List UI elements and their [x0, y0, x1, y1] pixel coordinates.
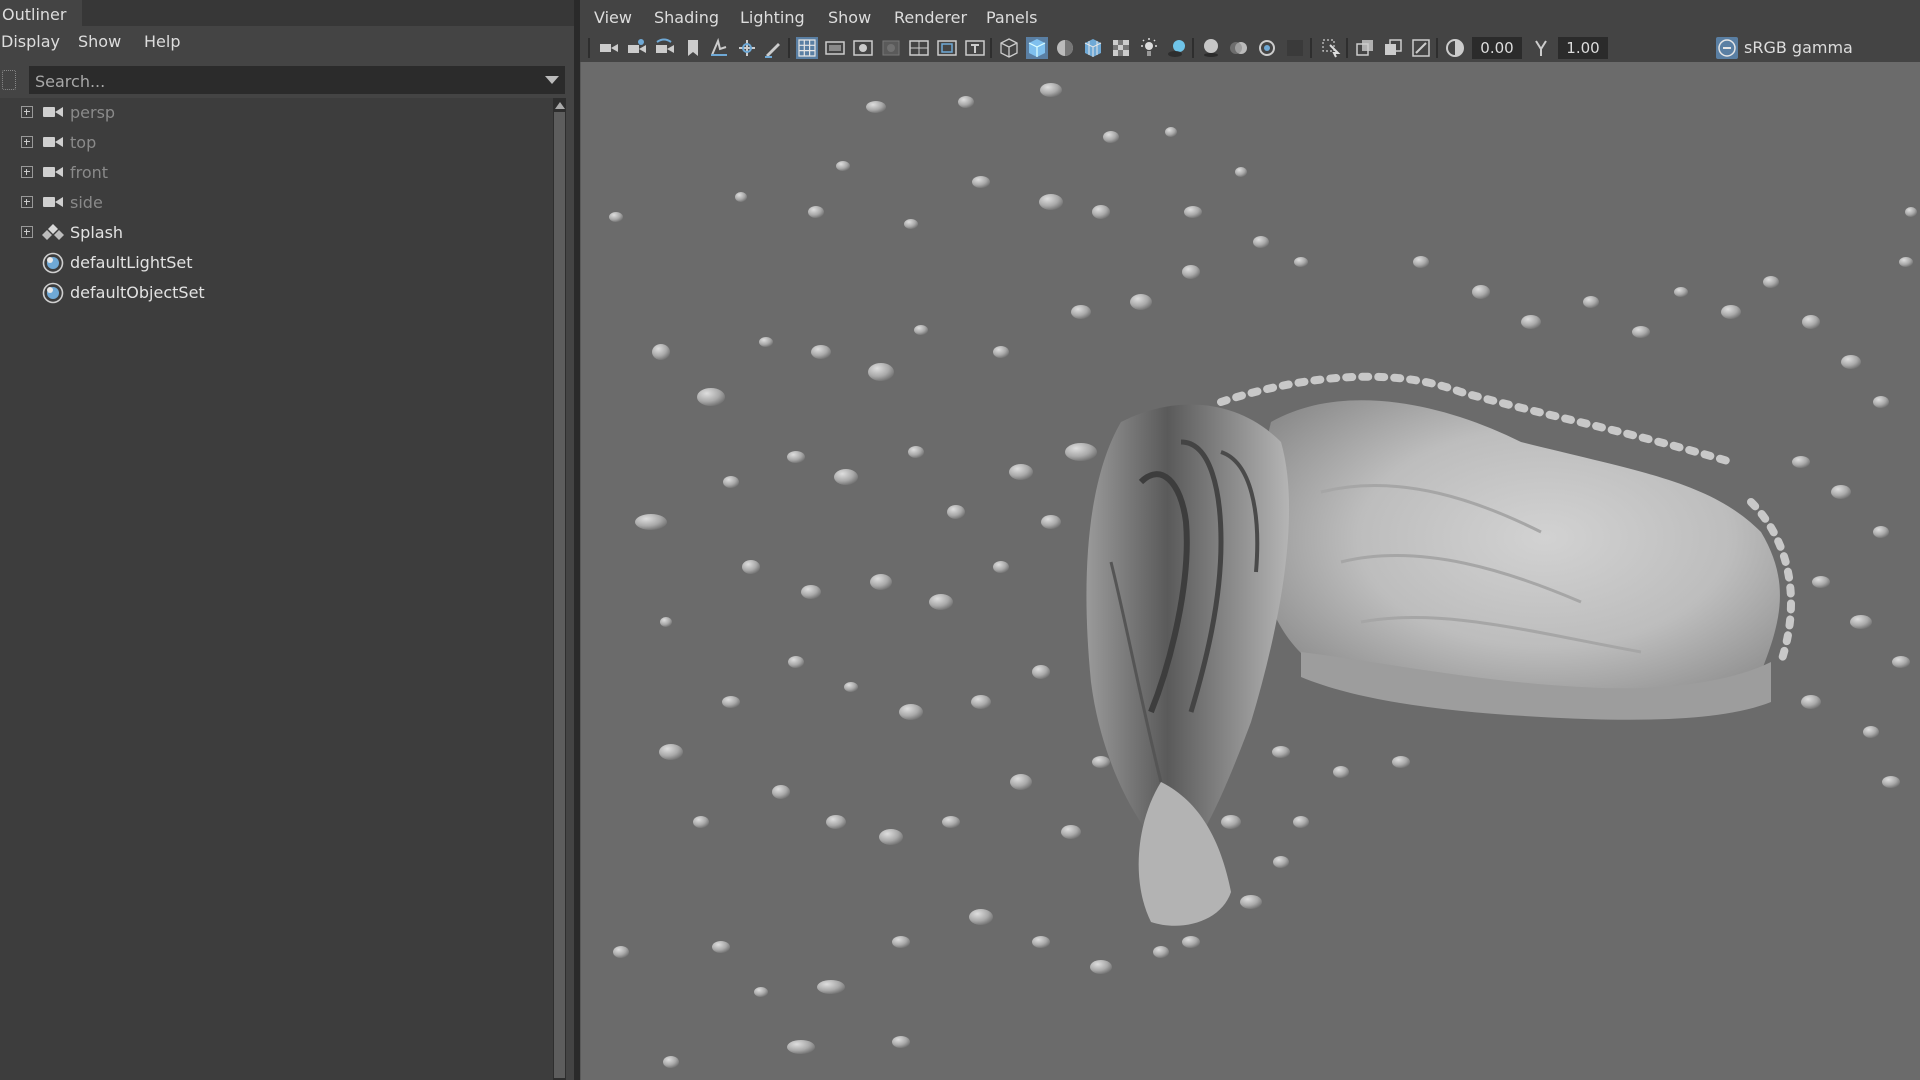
grid-icon[interactable] — [796, 37, 818, 59]
resolution-gate-icon[interactable] — [852, 37, 874, 59]
tree-item-label: defaultObjectSet — [70, 283, 205, 302]
color-management-toggle-icon[interactable] — [1716, 37, 1738, 59]
safe-title-icon[interactable] — [964, 37, 986, 59]
camera-attributes-icon[interactable] — [626, 37, 648, 59]
expand-icon[interactable] — [21, 196, 33, 208]
search-box — [29, 66, 565, 96]
tree-item-persp[interactable]: persp — [0, 98, 553, 128]
toolbar-separator — [588, 38, 590, 58]
outliner-menubar: Display Show Help — [0, 28, 574, 56]
outliner-scrollbar[interactable] — [553, 98, 566, 1080]
tree-item-front[interactable]: front — [0, 158, 553, 188]
toolbar-separator — [788, 38, 790, 58]
menu-lighting[interactable]: Lighting — [740, 0, 805, 36]
splash-mesh[interactable] — [581, 62, 1920, 1080]
default-material-icon[interactable] — [1054, 37, 1076, 59]
gate-mask-icon[interactable] — [880, 37, 902, 59]
image-plane-icon[interactable] — [708, 37, 730, 59]
scrollbar-thumb[interactable] — [554, 112, 565, 1078]
expand-icon[interactable] — [21, 136, 33, 148]
menu-renderer[interactable]: Renderer — [894, 0, 967, 36]
smooth-shade-icon[interactable] — [1026, 37, 1048, 59]
tree-item-label: top — [70, 133, 97, 152]
field-chart-icon[interactable] — [908, 37, 930, 59]
xray-joints-icon[interactable] — [1410, 37, 1432, 59]
screen-space-ao-icon[interactable] — [1200, 37, 1222, 59]
search-row — [0, 66, 566, 96]
toolbar-separator — [1346, 38, 1348, 58]
outliner-titlebar — [82, 0, 574, 26]
tree-item-label: persp — [70, 103, 116, 122]
expand-icon[interactable] — [21, 226, 33, 238]
viewport-3d[interactable] — [580, 62, 1920, 1080]
bookmark-icon[interactable] — [682, 37, 704, 59]
camera-icon — [43, 167, 63, 177]
tree-item-defaultlightset[interactable]: defaultLightSet — [0, 248, 553, 278]
scroll-up-icon[interactable] — [555, 102, 565, 109]
xray-icon[interactable] — [1354, 37, 1376, 59]
menu-show[interactable]: Show — [78, 28, 121, 56]
gamma-field[interactable]: 1.00 — [1558, 37, 1608, 59]
two-d-pan-zoom-icon[interactable] — [736, 37, 758, 59]
toolbar-separator — [1192, 38, 1194, 58]
menu-view[interactable]: View — [594, 0, 632, 36]
expand-icon[interactable] — [21, 166, 33, 178]
exposure-icon[interactable] — [1444, 37, 1466, 59]
camera-icon — [43, 197, 63, 207]
xray-active-components-icon[interactable] — [1382, 37, 1404, 59]
object-set-icon — [42, 282, 64, 304]
use-all-lights-icon[interactable] — [1138, 37, 1160, 59]
wireframe-icon[interactable] — [998, 37, 1020, 59]
multisample-aa-icon[interactable] — [1256, 37, 1278, 59]
depth-of-field-icon[interactable] — [1284, 37, 1306, 59]
outliner-panel: Outliner Display Show Help persp top — [0, 0, 574, 1080]
shadows-icon[interactable] — [1166, 37, 1188, 59]
select-camera-icon[interactable] — [598, 37, 620, 59]
splash-body — [1086, 372, 1795, 926]
outliner-title: Outliner — [0, 0, 82, 28]
textured-icon[interactable] — [1110, 37, 1132, 59]
search-input[interactable] — [33, 66, 537, 96]
menu-show[interactable]: Show — [828, 0, 871, 36]
grease-pencil-icon[interactable] — [762, 37, 784, 59]
tree-item-label: defaultLightSet — [70, 253, 193, 272]
exposure-field[interactable]: 0.00 — [1472, 37, 1522, 59]
toolbar-separator — [1436, 38, 1438, 58]
tree-item-top[interactable]: top — [0, 128, 553, 158]
menu-help[interactable]: Help — [144, 28, 180, 56]
tree-item-label: Splash — [70, 223, 124, 242]
outliner-tree: persp top front side Splash defaultLight… — [0, 98, 553, 1080]
tree-item-side[interactable]: side — [0, 188, 553, 218]
tree-item-label: side — [70, 193, 103, 212]
expand-icon[interactable] — [21, 106, 33, 118]
wireframe-on-shaded-icon[interactable] — [1082, 37, 1104, 59]
film-gate-icon[interactable] — [824, 37, 846, 59]
menu-display[interactable]: Display — [1, 28, 60, 56]
isolate-select-icon[interactable] — [1320, 37, 1342, 59]
object-set-icon — [42, 252, 64, 274]
search-options-dropdown-icon[interactable] — [545, 76, 559, 84]
view-transform-label[interactable]: sRGB gamma — [1744, 34, 1853, 62]
menu-panels[interactable]: Panels — [986, 0, 1038, 36]
motion-blur-icon[interactable] — [1228, 37, 1250, 59]
transform-icon — [42, 224, 64, 240]
camera-icon — [43, 137, 63, 147]
tree-item-splash[interactable]: Splash — [0, 218, 553, 248]
tree-item-defaultobjectset[interactable]: defaultObjectSet — [0, 278, 553, 308]
search-filter-icon[interactable] — [2, 70, 16, 90]
toolbar-separator — [1310, 38, 1312, 58]
gamma-icon[interactable] — [1530, 37, 1552, 59]
safe-action-icon[interactable] — [936, 37, 958, 59]
tree-item-label: front — [70, 163, 109, 182]
camera-bookmark-icon[interactable] — [654, 37, 676, 59]
toolbar-separator — [990, 38, 992, 58]
viewport-menubar: View Shading Lighting Show Renderer Pane… — [580, 0, 1920, 34]
viewport-toolbar: 0.00 1.00 sRGB gamma — [580, 34, 1920, 62]
camera-icon — [43, 107, 63, 117]
menu-shading[interactable]: Shading — [654, 0, 719, 36]
